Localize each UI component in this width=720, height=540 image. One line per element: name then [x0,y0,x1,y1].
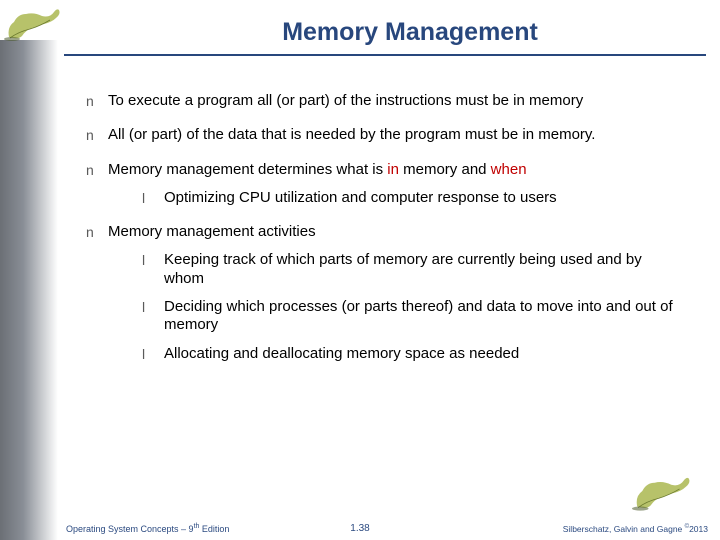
bullet-marker: n [86,161,108,208]
bullet-marker: n [86,126,108,144]
bullet-marker: n [86,223,108,363]
bullet-level1: n To execute a program all (or part) of … [86,92,684,110]
text-fragment: Silberschatz, Galvin and Gagne [563,524,685,534]
text-fragment: Memory management determines what is [108,161,387,178]
bullet-level1: n All (or part) of the data that is need… [86,126,684,144]
bullet-marker: l [142,251,164,288]
bullet-text: Optimizing CPU utilization and computer … [164,189,684,207]
header: Memory Management [0,0,720,60]
footer: Operating System Concepts – 9th Edition … [0,516,720,534]
bullet-level1: n Memory management activities l Keeping… [86,223,684,363]
bullet-level2: l Allocating and deallocating memory spa… [142,345,684,363]
bullet-level2: l Keeping track of which parts of memory… [142,251,684,288]
title-underline [64,54,706,56]
text-fragment: 2013 [689,524,708,534]
bullet-text: Memory management determines what is in … [108,161,684,208]
bullet-level1: n Memory management determines what is i… [86,161,684,208]
bullet-text: Deciding which processes (or parts there… [164,298,684,335]
slide: Memory Management n To execute a program… [0,0,720,540]
sidebar-gradient [0,40,58,540]
bullet-marker: l [142,345,164,363]
bullet-marker: l [142,189,164,207]
bullet-text: To execute a program all (or part) of th… [108,92,684,110]
content-area: n To execute a program all (or part) of … [86,92,684,379]
slide-title: Memory Management [120,18,700,47]
bullet-marker: n [86,92,108,110]
highlight-text: in [387,161,399,178]
bullet-text: All (or part) of the data that is needed… [108,126,684,144]
bullet-level2: l Deciding which processes (or parts the… [142,298,684,335]
dinosaur-icon [4,2,64,42]
bullet-text: Allocating and deallocating memory space… [164,345,684,363]
bullet-marker: l [142,298,164,335]
text-fragment: memory and [399,161,491,178]
footer-right: Silberschatz, Galvin and Gagne ©2013 [563,524,708,534]
highlight-text: when [491,161,527,178]
bullet-text: Memory management activities l Keeping t… [108,223,684,363]
bullet-text: Keeping track of which parts of memory a… [164,251,684,288]
text-fragment: Memory management activities [108,223,316,240]
dinosaur-icon [632,470,694,512]
bullet-level2: l Optimizing CPU utilization and compute… [142,189,684,207]
